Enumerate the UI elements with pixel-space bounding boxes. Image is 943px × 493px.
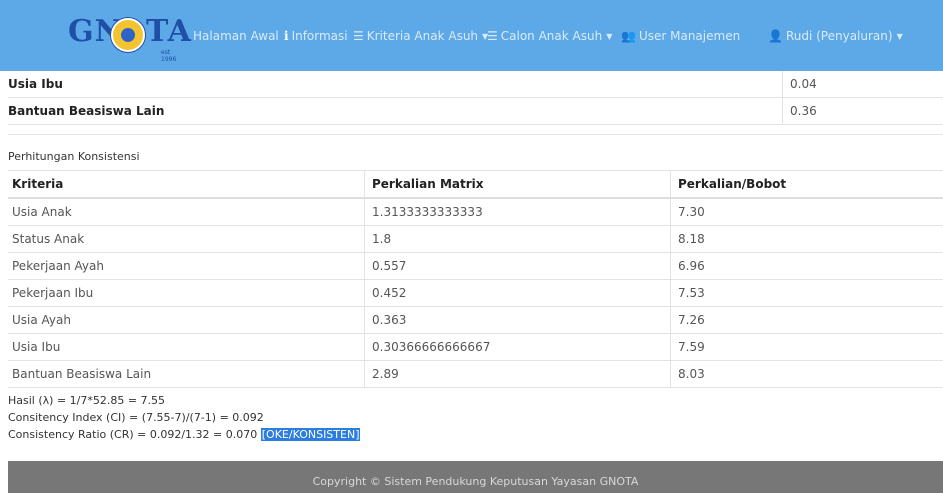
column-header-weight: Perkalian/Bobot xyxy=(678,177,787,191)
logo-text-right: TA xyxy=(146,14,192,49)
cell-weight: 8.03 xyxy=(678,367,705,381)
list-icon: ☰ xyxy=(487,29,498,43)
cell-weight: 7.59 xyxy=(678,340,705,354)
cell-divider xyxy=(782,71,783,97)
cell-divider xyxy=(670,226,671,252)
nav-info-label: Informasi xyxy=(291,29,348,43)
nav-home[interactable]: Halaman Awal xyxy=(193,28,279,44)
nav-users-label: User Manajemen xyxy=(638,29,741,43)
table-row: Usia Ibu 0.30366666666667 7.59 xyxy=(8,334,943,361)
criteria-weight: 0.04 xyxy=(790,77,817,91)
nav-home-label: Halaman Awal xyxy=(193,29,279,43)
users-icon: 👥 xyxy=(621,29,636,43)
cell-divider xyxy=(364,253,365,279)
brand-logo[interactable]: GN TA est 1996 xyxy=(68,14,191,64)
cell-matrix: 2.89 xyxy=(372,367,399,381)
logo-emblem-icon xyxy=(111,18,145,52)
cell-divider xyxy=(364,199,365,225)
logo-est-label: est 1996 xyxy=(161,49,177,63)
cell-divider xyxy=(364,171,365,197)
nav-account-label: Rudi (Penyaluran) xyxy=(785,29,893,43)
status-badge: [OKE/KONSISTEN] xyxy=(260,428,361,441)
cell-matrix: 1.8 xyxy=(372,232,392,246)
info-icon: i xyxy=(284,29,289,43)
cell-weight: 7.53 xyxy=(678,286,705,300)
table-row: Status Anak 1.8 8.18 xyxy=(8,226,943,253)
cell-divider xyxy=(364,361,365,387)
footer-copyright: Copyright © Sistem Pendukung Keputusan Y… xyxy=(312,475,639,488)
cell-matrix: 0.30366666666667 xyxy=(372,340,491,354)
nav-criteria-label: Kriteria Anak Asuh xyxy=(366,29,479,43)
cell-criteria: Usia Ibu xyxy=(12,340,61,354)
cell-divider xyxy=(364,307,365,333)
table-row: Usia Ayah 0.363 7.26 xyxy=(8,307,943,334)
nav-candidates[interactable]: ☰ Calon Anak Asuh ▼ xyxy=(487,28,612,45)
cell-weight: 7.30 xyxy=(678,205,705,219)
table-row: Bantuan Beasiswa Lain 2.89 8.03 xyxy=(8,361,943,388)
cell-divider xyxy=(364,226,365,252)
nav-account[interactable]: 👤 Rudi (Penyaluran) ▼ xyxy=(768,28,903,45)
table-row: Pekerjaan Ibu 0.452 7.53 xyxy=(8,280,943,307)
cell-weight: 8.18 xyxy=(678,232,705,246)
cell-divider xyxy=(670,171,671,197)
cell-divider xyxy=(670,280,671,306)
column-header-criteria: Kriteria xyxy=(12,177,64,191)
section-title: Perhitungan Konsistensi xyxy=(8,150,140,163)
nav-info[interactable]: i Informasi xyxy=(284,28,348,44)
ci-result: Consitency Index (CI) = (7.55-7)/(7-1) =… xyxy=(8,411,264,424)
chevron-down-icon: ▼ xyxy=(606,32,613,41)
list-icon: ☰ xyxy=(353,29,364,43)
cell-divider xyxy=(670,334,671,360)
nav-users[interactable]: 👥 User Manajemen xyxy=(621,28,740,44)
table-header-row: Kriteria Perkalian Matrix Perkalian/Bobo… xyxy=(8,170,943,199)
nav-candidates-label: Calon Anak Asuh xyxy=(500,29,603,43)
cell-matrix: 0.363 xyxy=(372,313,407,327)
cell-matrix: 0.557 xyxy=(372,259,407,273)
user-icon: 👤 xyxy=(768,29,783,43)
cell-divider xyxy=(670,307,671,333)
cr-result-text: Consistency Ratio (CR) = 0.092/1.32 = 0.… xyxy=(8,428,258,441)
table-row: Usia Ibu 0.04 xyxy=(8,71,943,98)
cell-divider xyxy=(782,98,783,124)
cell-criteria: Status Anak xyxy=(12,232,85,246)
cell-criteria: Pekerjaan Ayah xyxy=(12,259,104,273)
cell-divider xyxy=(670,199,671,225)
table-row: Usia Anak 1.3133333333333 7.30 xyxy=(8,199,943,226)
column-header-matrix: Perkalian Matrix xyxy=(372,177,484,191)
lambda-result: Hasil (λ) = 1/7*52.85 = 7.55 xyxy=(8,394,166,407)
cr-result: Consistency Ratio (CR) = 0.092/1.32 = 0.… xyxy=(8,428,361,441)
cell-matrix: 1.3133333333333 xyxy=(372,205,483,219)
criteria-label: Usia Ibu xyxy=(8,77,63,91)
navbar: GN TA est 1996 Halaman Awal i Informasi ☰… xyxy=(0,0,943,71)
nav-criteria[interactable]: ☰ Kriteria Anak Asuh ▼ xyxy=(353,28,488,45)
cell-criteria: Usia Ayah xyxy=(12,313,71,327)
cell-weight: 7.26 xyxy=(678,313,705,327)
table-row: Pekerjaan Ayah 0.557 6.96 xyxy=(8,253,943,280)
cell-divider xyxy=(364,280,365,306)
consistency-table: Kriteria Perkalian Matrix Perkalian/Bobo… xyxy=(8,170,943,388)
cell-criteria: Usia Anak xyxy=(12,205,72,219)
cell-divider xyxy=(670,253,671,279)
table-row: Bantuan Beasiswa Lain 0.36 xyxy=(8,98,943,125)
cell-criteria: Pekerjaan Ibu xyxy=(12,286,94,300)
cell-criteria: Bantuan Beasiswa Lain xyxy=(12,367,152,381)
cell-divider xyxy=(364,334,365,360)
footer: Copyright © Sistem Pendukung Keputusan Y… xyxy=(8,461,943,493)
cell-divider xyxy=(670,361,671,387)
criteria-label: Bantuan Beasiswa Lain xyxy=(8,104,165,118)
divider xyxy=(8,134,943,135)
cell-matrix: 0.452 xyxy=(372,286,407,300)
chevron-down-icon: ▼ xyxy=(896,32,903,41)
criteria-weight: 0.36 xyxy=(790,104,817,118)
cell-weight: 6.96 xyxy=(678,259,705,273)
